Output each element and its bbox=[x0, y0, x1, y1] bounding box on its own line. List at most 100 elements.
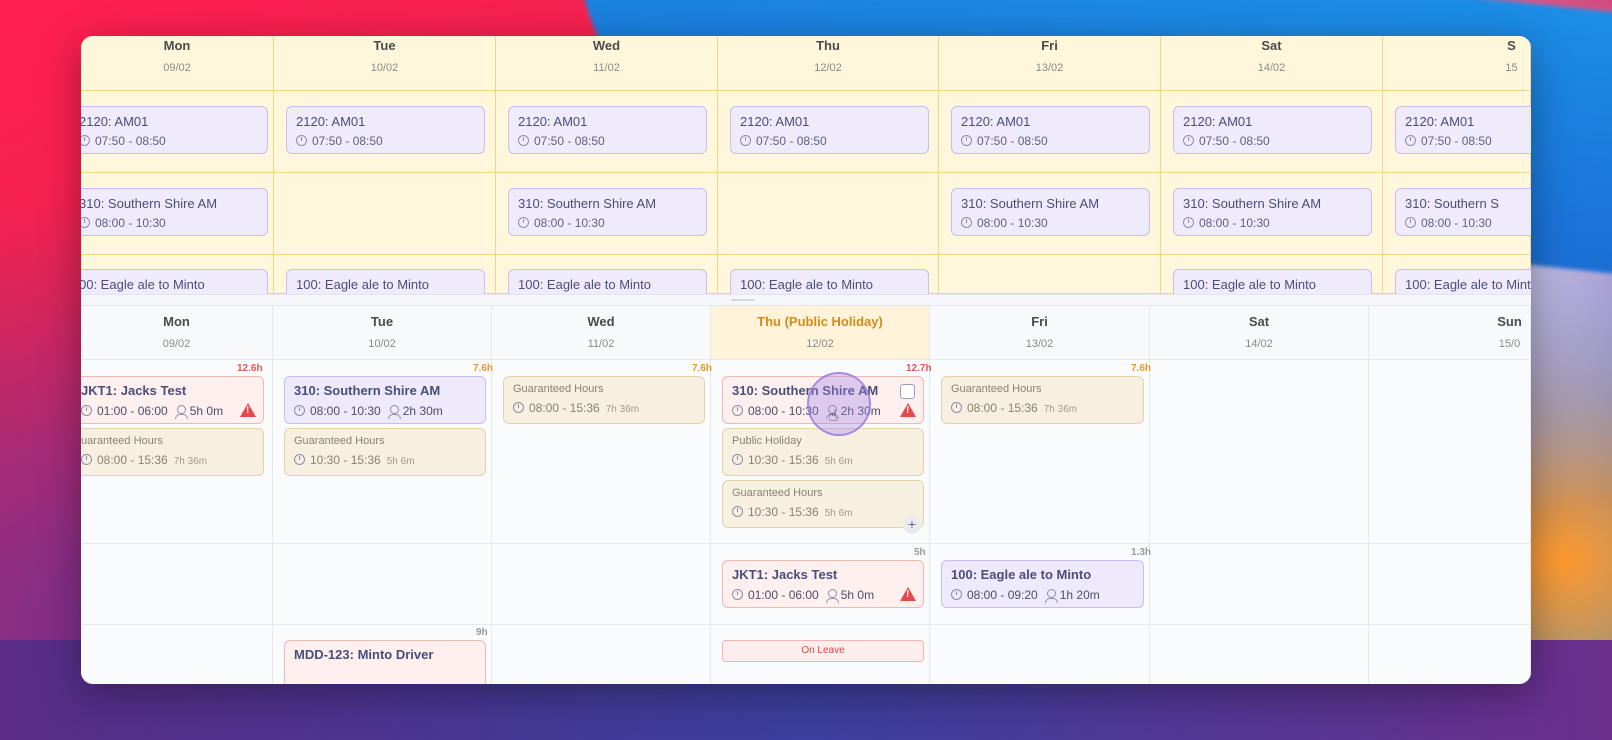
roster-cell[interactable] bbox=[492, 625, 711, 684]
clock-icon bbox=[961, 135, 972, 146]
day-name: Mon bbox=[163, 38, 191, 53]
roster-cell[interactable] bbox=[81, 625, 273, 684]
shift-time: 08:00 - 10:30 bbox=[310, 404, 381, 418]
roster-cell[interactable] bbox=[930, 625, 1150, 684]
shift-time: 08:00 - 15:36 bbox=[529, 401, 600, 415]
clock-icon bbox=[951, 589, 962, 600]
day-date: 12/02 bbox=[806, 338, 834, 350]
daily-hours-total: 5h bbox=[914, 547, 926, 558]
roster-cell[interactable] bbox=[1150, 544, 1369, 625]
warning-icon[interactable] bbox=[900, 587, 916, 601]
clock-icon bbox=[296, 135, 307, 146]
shift-title: 100: Eagle ale to Minto bbox=[296, 277, 429, 292]
panel-resize-divider[interactable] bbox=[81, 294, 1531, 306]
shift-title: Public Holiday bbox=[732, 435, 802, 447]
shift-title: 2120: AM01 bbox=[1405, 114, 1475, 129]
clock-icon bbox=[1183, 217, 1194, 228]
daily-hours-total: 9h bbox=[476, 627, 488, 638]
shift-title: 100: Eagle ale to Minto bbox=[740, 277, 873, 292]
day-name: Tue bbox=[370, 314, 394, 329]
drag-handle-icon[interactable] bbox=[731, 299, 755, 301]
add-shift-button[interactable]: + bbox=[903, 516, 921, 534]
daily-hours-total: 7.6h bbox=[1131, 363, 1152, 374]
shift-card-southern-shire[interactable]: 310: Southern Shire AM 08:00 - 10:30 bbox=[81, 188, 268, 236]
on-leave-badge[interactable]: On Leave bbox=[722, 640, 924, 662]
day-date: 14/02 bbox=[1257, 62, 1286, 74]
shift-card-guaranteed-hours[interactable]: Guaranteed Hours 10:30 - 15:36 5h 6m bbox=[722, 480, 924, 528]
bottom-day-header-sun: Sun 15/0 bbox=[1369, 306, 1531, 360]
roster-cell[interactable] bbox=[1150, 360, 1369, 544]
shift-card-southern-shire[interactable]: 310: Southern S 08:00 - 10:30 bbox=[1395, 188, 1531, 236]
roster-cell[interactable] bbox=[273, 544, 492, 625]
shift-card-am01[interactable]: 2120: AM01 07:50 - 08:50 bbox=[508, 106, 707, 154]
shift-time: 08:00 - 10:30 bbox=[1421, 216, 1492, 230]
shift-time: 08:00 - 09:20 bbox=[967, 588, 1038, 602]
shift-title: 310: Southern S bbox=[1405, 196, 1499, 211]
assigned-duration: 2h 30m bbox=[402, 404, 443, 418]
clock-icon bbox=[518, 217, 529, 228]
select-checkbox[interactable] bbox=[900, 384, 915, 399]
shift-card-southern-shire[interactable]: 310: Southern Shire AM 08:00 - 10:30 bbox=[1173, 188, 1372, 236]
shift-card-southern-shire[interactable]: 310: Southern Shire AM 08:00 - 10:30 bbox=[951, 188, 1150, 236]
shift-time: 10:30 - 15:36 bbox=[310, 453, 381, 467]
day-date: 15/0 bbox=[1498, 338, 1521, 350]
warning-icon[interactable] bbox=[240, 403, 256, 417]
shift-card-am01[interactable]: 2120: AM01 07:50 - 08:50 bbox=[951, 106, 1150, 154]
roster-cell[interactable] bbox=[492, 544, 711, 625]
roster-cell[interactable] bbox=[1369, 544, 1531, 625]
clock-icon bbox=[81, 405, 92, 416]
shift-card-am01[interactable]: 2120: AM01 07:50 - 08:50 bbox=[1173, 106, 1372, 154]
shift-title: 00: Eagle ale to Minto bbox=[81, 277, 205, 292]
shift-title: 2120: AM01 bbox=[81, 114, 149, 129]
shift-card-eagle[interactable]: 100: Eagle ale to Minto 08:00 - 09:20 1h … bbox=[941, 560, 1144, 608]
shift-card-public-holiday[interactable]: Public Holiday 10:30 - 15:36 5h 6m bbox=[722, 428, 924, 476]
clock-icon bbox=[81, 454, 92, 465]
shift-time: 07:50 - 08:50 bbox=[756, 134, 827, 148]
shift-title: 2120: AM01 bbox=[518, 114, 588, 129]
shift-card-southern-shire[interactable]: 310: Southern Shire AM 08:00 - 10:30 2h 3… bbox=[284, 376, 486, 424]
shift-time: 01:00 - 06:00 bbox=[748, 588, 819, 602]
shift-title: JKT1: Jacks Test bbox=[732, 567, 838, 582]
shift-card-am01[interactable]: 2120: AM01 07:50 - 08:50 bbox=[1395, 106, 1531, 154]
day-date: 13/02 bbox=[1025, 338, 1054, 350]
shift-title: 2120: AM01 bbox=[296, 114, 366, 129]
shift-card-guaranteed-hours[interactable]: Guaranteed Hours 08:00 - 15:36 7h 36m bbox=[503, 376, 705, 424]
day-name: Sat bbox=[1248, 314, 1270, 329]
roster-cell[interactable] bbox=[81, 544, 273, 625]
shift-card-minto-driver[interactable]: MDD-123: Minto Driver bbox=[284, 640, 486, 684]
clock-icon bbox=[81, 217, 90, 228]
day-name: Thu (Public Holiday) bbox=[757, 314, 883, 329]
shift-title: 100: Eagle ale to Minto bbox=[518, 277, 651, 292]
clock-icon bbox=[740, 135, 751, 146]
roster-cell[interactable] bbox=[1150, 625, 1369, 684]
warning-icon[interactable] bbox=[900, 403, 916, 417]
shift-card-am01[interactable]: 2120: AM01 07:50 - 08:50 bbox=[286, 106, 485, 154]
shift-card-southern-shire[interactable]: 310: Southern Shire AM 08:00 - 10:30 bbox=[508, 188, 707, 236]
shift-card-guaranteed-hours[interactable]: Guaranteed Hours 10:30 - 15:36 5h 6m bbox=[284, 428, 486, 476]
bottom-day-header-wed: Wed 11/02 bbox=[492, 306, 711, 360]
shift-duration: 7h 36m bbox=[605, 404, 640, 415]
top-day-header-sun: S 15 bbox=[1383, 36, 1531, 91]
shift-title: Guaranteed Hours bbox=[951, 383, 1042, 395]
shift-time: 07:50 - 08:50 bbox=[1421, 134, 1492, 148]
roster-cell[interactable] bbox=[1369, 625, 1531, 684]
day-date: 09/02 bbox=[162, 338, 191, 350]
bottom-day-header-thu-holiday: Thu (Public Holiday) 12/02 bbox=[711, 306, 930, 360]
top-day-header-thu: Thu 12/02 bbox=[718, 36, 939, 91]
shift-card-guaranteed-hours[interactable]: uaranteed Hours 08:00 - 15:36 7h 36m bbox=[81, 428, 264, 476]
person-icon bbox=[825, 589, 839, 603]
daily-hours-total: 12.7h bbox=[906, 363, 932, 374]
shift-card-guaranteed-hours[interactable]: Guaranteed Hours 08:00 - 15:36 7h 36m bbox=[941, 376, 1144, 424]
daily-hours-total: 1.3h bbox=[1131, 547, 1152, 558]
clock-icon bbox=[513, 402, 524, 413]
day-date: 15 bbox=[1505, 62, 1518, 74]
shift-card-am01[interactable]: 2120: AM01 07:50 - 08:50 bbox=[730, 106, 929, 154]
shift-time: 10:30 - 15:36 bbox=[748, 453, 819, 467]
shift-time: 08:00 - 15:36 bbox=[967, 401, 1038, 415]
shift-time: 10:30 - 15:36 bbox=[748, 505, 819, 519]
roster-cell[interactable] bbox=[1369, 360, 1531, 544]
shift-card-jacks-test[interactable]: JKT1: Jacks Test 01:00 - 06:00 5h 0m bbox=[722, 560, 924, 608]
shift-card-jacks-test[interactable]: JKT1: Jacks Test 01:00 - 06:00 5h 0m bbox=[81, 376, 264, 424]
shift-title: Guaranteed Hours bbox=[732, 487, 823, 499]
shift-card-am01[interactable]: 2120: AM01 07:50 - 08:50 bbox=[81, 106, 268, 154]
